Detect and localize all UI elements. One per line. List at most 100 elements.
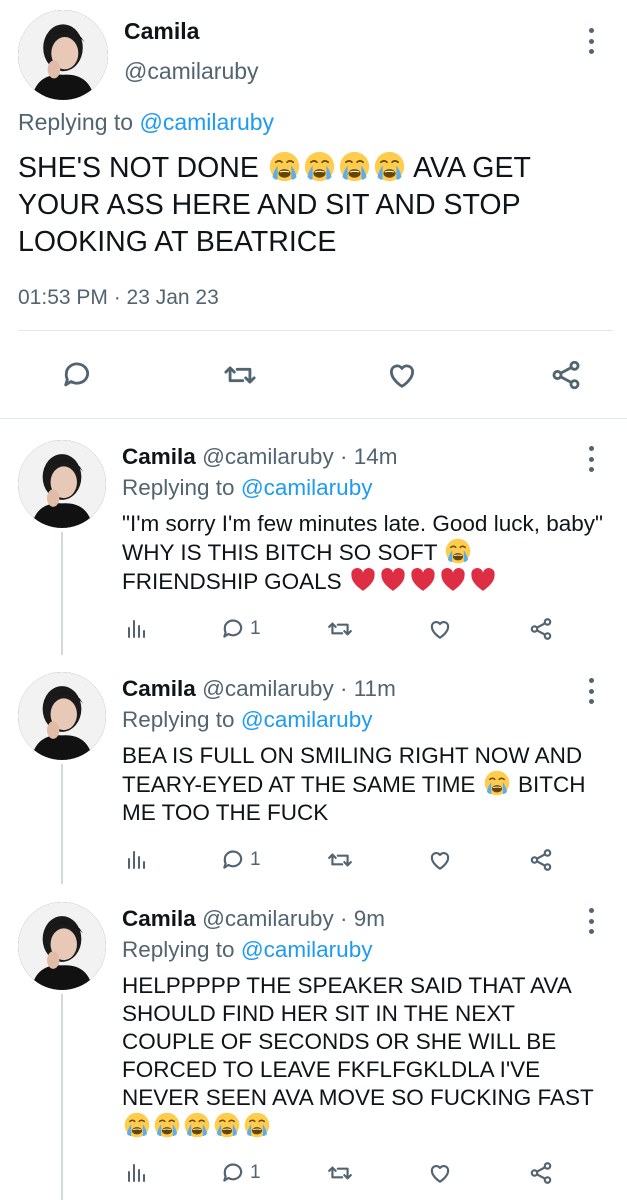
avatar[interactable] bbox=[18, 902, 106, 990]
like-icon bbox=[430, 852, 450, 870]
avatar[interactable] bbox=[18, 10, 108, 100]
thread-line bbox=[61, 994, 63, 1200]
author-name[interactable]: Camila bbox=[124, 18, 199, 45]
avatar-photo bbox=[18, 440, 106, 528]
reply-count: 1 bbox=[250, 618, 261, 639]
share-button[interactable] bbox=[527, 1160, 555, 1186]
red-heart-icon bbox=[381, 567, 405, 591]
like-icon bbox=[430, 621, 450, 639]
reply-time[interactable]: · 14m bbox=[340, 444, 398, 469]
main-tweet: Camila @camilaruby Replying to @camilaru… bbox=[0, 0, 627, 420]
loudly-crying-face-icon bbox=[446, 538, 471, 564]
thread-line bbox=[61, 764, 63, 884]
tweet-timestamp[interactable]: 01:53 PM · 23 Jan 23 bbox=[18, 286, 219, 310]
retweet-icon bbox=[224, 366, 256, 384]
reply-text-part: HELPPPPP THE SPEAKER SAID THAT AVA SHOUL… bbox=[122, 973, 594, 1110]
loudly-crying-face-icon bbox=[154, 1112, 180, 1138]
like-button[interactable] bbox=[385, 358, 419, 392]
reply-icon bbox=[223, 619, 243, 638]
loudly-crying-face-icon bbox=[339, 151, 369, 182]
more-options-icon[interactable] bbox=[587, 678, 595, 704]
reply-count: 1 bbox=[250, 1162, 261, 1183]
divider bbox=[18, 330, 613, 331]
share-icon bbox=[530, 1162, 552, 1184]
replying-to: Replying to @camilaruby bbox=[122, 937, 372, 963]
replying-to-link[interactable]: @camilaruby bbox=[241, 937, 373, 962]
replying-to-link[interactable]: @camilaruby bbox=[241, 707, 373, 732]
reply-icon bbox=[223, 850, 243, 869]
share-icon bbox=[552, 360, 580, 390]
analytics-icon bbox=[128, 620, 145, 638]
share-button[interactable] bbox=[527, 616, 555, 642]
retweet-button[interactable] bbox=[326, 847, 354, 873]
analytics-button[interactable] bbox=[124, 847, 148, 873]
reply-button[interactable]: 1 bbox=[220, 616, 261, 642]
reply-text-part: FRIENDSHIP GOALS bbox=[122, 569, 342, 594]
like-icon bbox=[430, 1165, 450, 1183]
retweet-button[interactable] bbox=[326, 616, 354, 642]
share-button[interactable] bbox=[549, 358, 583, 392]
retweet-button[interactable] bbox=[326, 1160, 354, 1186]
replying-to: Replying to @camilaruby bbox=[122, 707, 372, 733]
author-handle[interactable]: @camilaruby bbox=[202, 676, 334, 701]
analytics-button[interactable] bbox=[124, 616, 148, 642]
thread-line bbox=[61, 532, 63, 655]
loudly-crying-face-icon bbox=[484, 770, 509, 796]
author-handle[interactable]: @camilaruby bbox=[124, 58, 259, 85]
replying-to: Replying to @camilaruby bbox=[18, 109, 274, 136]
reply-button[interactable] bbox=[60, 358, 94, 392]
reply-text-part: BEA IS FULL ON SMILING RIGHT NOW AND TEA… bbox=[122, 743, 583, 797]
author-name[interactable]: Camila bbox=[122, 906, 196, 931]
avatar[interactable] bbox=[18, 672, 106, 760]
like-icon bbox=[389, 364, 415, 388]
list-item[interactable]: Camila @camilaruby · 14m Replying to @ca… bbox=[0, 420, 627, 655]
avatar[interactable] bbox=[18, 440, 106, 528]
avatar-photo bbox=[18, 672, 106, 760]
author-handle[interactable]: @camilaruby bbox=[202, 444, 334, 469]
loudly-crying-face-icon bbox=[214, 1112, 240, 1138]
replying-to-link[interactable]: @camilaruby bbox=[241, 475, 373, 500]
reply-count: 1 bbox=[250, 849, 261, 870]
red-heart-icon bbox=[411, 567, 435, 591]
reply-time[interactable]: · 11m bbox=[340, 676, 396, 701]
retweet-button[interactable] bbox=[222, 358, 258, 392]
replying-prefix: Replying to bbox=[122, 707, 241, 732]
reply-actions: 1 bbox=[122, 847, 612, 877]
loudly-crying-face-icon bbox=[244, 1112, 270, 1138]
analytics-button[interactable] bbox=[124, 1160, 148, 1186]
reply-text: "I'm sorry I'm few minutes late. Good lu… bbox=[122, 510, 612, 596]
divider bbox=[0, 418, 627, 419]
reply-time[interactable]: · 9m bbox=[340, 906, 385, 931]
reply-header: Camila @camilaruby · 9m bbox=[122, 906, 385, 932]
more-options-icon[interactable] bbox=[587, 446, 595, 472]
like-button[interactable] bbox=[426, 616, 454, 642]
loudly-crying-face-icon bbox=[184, 1112, 210, 1138]
author-name[interactable]: Camila bbox=[122, 676, 196, 701]
reply-button[interactable]: 1 bbox=[220, 1160, 261, 1186]
like-button[interactable] bbox=[426, 1160, 454, 1186]
tweet-actions bbox=[0, 350, 627, 400]
reply-icon bbox=[223, 1163, 243, 1182]
loudly-crying-face-emoji-group bbox=[267, 151, 407, 184]
analytics-icon bbox=[128, 851, 145, 869]
reply-text-part: "I'm sorry I'm few minutes late. Good lu… bbox=[122, 511, 603, 565]
red-heart-icon bbox=[471, 567, 495, 591]
tweet-text: SHE'S NOT DONE AVA GET YOUR ASS HERE AND… bbox=[18, 150, 613, 261]
like-button[interactable] bbox=[426, 847, 454, 873]
more-options-icon[interactable] bbox=[587, 908, 595, 934]
reply-button[interactable]: 1 bbox=[220, 847, 261, 873]
author-name[interactable]: Camila bbox=[122, 444, 196, 469]
list-item[interactable]: Camila @camilaruby · 9m Replying to @cam… bbox=[0, 882, 627, 1200]
avatar-photo bbox=[18, 902, 106, 990]
replying-to: Replying to @camilaruby bbox=[122, 475, 372, 501]
more-options-icon[interactable] bbox=[587, 28, 595, 54]
reply-text: HELPPPPP THE SPEAKER SAID THAT AVA SHOUL… bbox=[122, 972, 612, 1141]
loudly-crying-face-icon bbox=[269, 151, 299, 182]
replying-to-link[interactable]: @camilaruby bbox=[139, 109, 274, 135]
red-heart-icon bbox=[441, 567, 465, 591]
list-item[interactable]: Camila @camilaruby · 11m Replying to @ca… bbox=[0, 652, 627, 884]
red-heart-icon bbox=[351, 567, 375, 591]
share-button[interactable] bbox=[527, 847, 555, 873]
avatar-photo bbox=[18, 10, 108, 100]
author-handle[interactable]: @camilaruby bbox=[202, 906, 334, 931]
